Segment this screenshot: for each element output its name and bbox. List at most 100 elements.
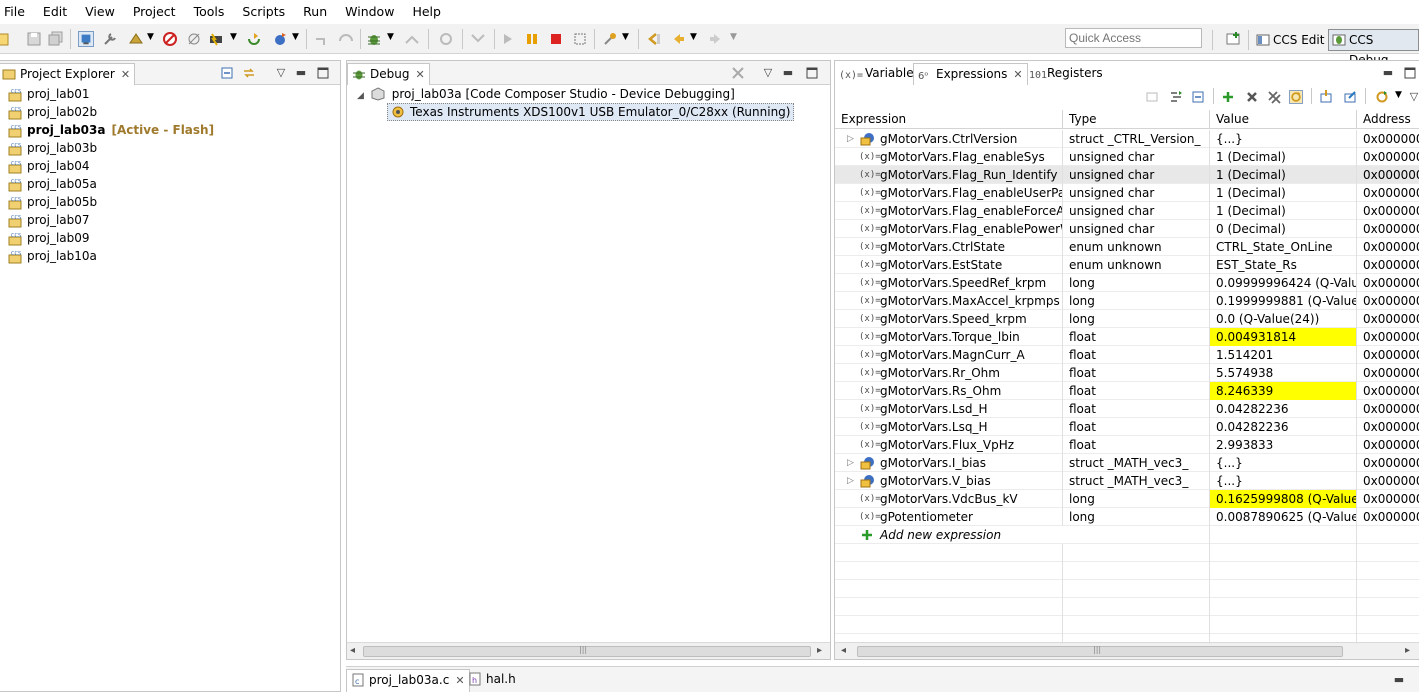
build-icon[interactable] [128,31,144,47]
expression-row[interactable]: gMotorVars.Flag_enablePowerWarp(x)= unsig… [835,220,1419,238]
cell-value[interactable]: 2.993833 [1210,436,1357,454]
project-item-proj_lab09[interactable]: CCS proj_lab09 [8,229,90,247]
cell-value[interactable]: 5.574938 [1210,364,1357,382]
tab-debug[interactable]: Debug ✕ [347,63,430,85]
cell-value[interactable]: 0.004931814 [1210,328,1357,346]
disconnect-icon[interactable] [572,31,588,47]
last-edit-icon[interactable] [646,31,662,47]
expression-row[interactable]: gMotorVars.Flux_VpHz (x)= float 2.993833 0x0… [835,436,1419,454]
expression-row[interactable]: gMotorVars.I_bias ▷ struct _MATH_vec3_ {...… [835,454,1419,472]
remove-all-expressions-icon[interactable] [1267,90,1281,104]
chevron-down-icon[interactable]: ▼ [387,32,394,42]
chevron-down-icon[interactable]: ▼ [230,32,237,42]
cell-value[interactable]: 0.1625999808 (Q-Value(24)) [1210,490,1357,508]
scroll-right-icon[interactable]: ▸ [817,645,822,656]
stop-build-icon[interactable] [162,31,178,47]
menu-tools[interactable]: Tools [185,0,234,24]
collapse-all-icon[interactable] [220,66,234,80]
minimize-icon[interactable]: ▬ [294,66,308,80]
menu-project[interactable]: Project [124,0,185,24]
project-item-proj_lab05b[interactable]: CCS proj_lab05b [8,193,97,211]
expression-row[interactable]: gMotorVars.Flag_enableSys (x)= unsigned ch… [835,148,1419,166]
add-new-expression-row[interactable]: Add new expression [835,526,1419,544]
maximize-icon[interactable] [316,66,330,80]
debug-session-row[interactable]: ◢ proj_lab03a [Code Composer Studio - De… [357,85,735,103]
chevron-down-icon[interactable]: ▼ [690,32,697,42]
project-item-proj_lab03b[interactable]: CCS proj_lab03b [8,139,97,157]
terminate-icon[interactable] [548,31,564,47]
debug-target-row[interactable]: Texas Instruments XDS100v1 USB Emulator_… [387,103,795,121]
cell-value[interactable]: 0.0 (Q-Value(24)) [1210,310,1357,328]
ccs-debug-perspective-button[interactable]: CCS Debug [1328,29,1419,67]
project-item-proj_lab07[interactable]: CCS proj_lab07 [8,211,90,229]
refresh-icon[interactable] [1375,90,1389,104]
expand-triangle-icon[interactable]: ▷ [847,472,854,490]
expression-row[interactable]: gMotorVars.MagnCurr_A (x)= float 1.514201 0x… [835,346,1419,364]
cell-value[interactable]: 0.04282236 [1210,400,1357,418]
project-item-proj_lab05a[interactable]: CCS proj_lab05a [8,175,97,193]
suspend-icon[interactable] [524,31,540,47]
expression-row[interactable]: gMotorVars.Torque_lbin (x)= float 0.0049318… [835,328,1419,346]
expression-row[interactable]: gMotorVars.Flag_enableForceAngle(x)= unsi… [835,202,1419,220]
chevron-down-icon[interactable]: ▼ [1395,90,1402,100]
back-icon[interactable] [670,31,686,47]
run-icon[interactable] [272,31,288,47]
project-item-proj_lab03a[interactable]: CCS proj_lab03a [Active - Flash] [8,121,214,139]
menu-help[interactable]: Help [403,0,450,24]
expression-row[interactable]: gPotentiometer (x)= long 0.0087890625 (Q-Va… [835,508,1419,526]
cell-value[interactable]: 8.246339 [1210,382,1357,400]
menu-window[interactable]: Window [336,0,403,24]
scroll-left-icon[interactable]: ◂ [350,645,355,656]
save-icon[interactable] [26,31,42,47]
minimize-icon[interactable]: ▬ [1381,66,1395,80]
flash-icon[interactable] [208,31,224,47]
ccs-edit-perspective-button[interactable]: CCS Edit [1252,29,1329,51]
menu-run[interactable]: Run [294,0,336,24]
cell-value[interactable]: 1 (Decimal) [1210,166,1357,184]
scroll-left-icon[interactable]: ◂ [841,645,846,656]
quick-access-input[interactable] [1065,28,1202,48]
expand-triangle-icon[interactable]: ◢ [357,91,364,101]
cell-value[interactable]: {...} [1210,130,1357,148]
remove-expression-icon[interactable] [1245,90,1259,104]
expressions-horizontal-scrollbar[interactable]: ◂ ||| ▸ [835,642,1419,659]
expression-row[interactable]: gMotorVars.Lsd_H (x)= float 0.04282236 0x000… [835,400,1419,418]
close-icon[interactable]: ✕ [1013,68,1022,81]
project-item-proj_lab02b[interactable]: CCS proj_lab02b [8,103,97,121]
expression-row[interactable]: gMotorVars.Flag_enableUserParams(x)= unsi… [835,184,1419,202]
add-expression-icon[interactable] [1221,90,1235,104]
tab-registers[interactable]: 101 Registers [1025,63,1107,85]
debug-horizontal-scrollbar[interactable]: ◂ ||| ▸ [347,642,830,659]
cell-value[interactable]: 1 (Decimal) [1210,184,1357,202]
expression-row[interactable]: gMotorVars.CtrlState (x)= enum unknown CTRL… [835,238,1419,256]
tab-editor-proj-lab03a-c[interactable]: c proj_lab03a.c ✕ [346,669,470,692]
expression-row[interactable]: gMotorVars.VdcBus_kV (x)= long 0.1625999808… [835,490,1419,508]
menu-view[interactable]: View [76,0,124,24]
expression-row[interactable]: gMotorVars.Rs_Ohm (x)= float 8.246339 0x0000… [835,382,1419,400]
maximize-icon[interactable] [805,66,819,80]
cell-value[interactable]: {...} [1210,454,1357,472]
remove-launches-icon[interactable] [731,66,745,80]
cell-value[interactable]: 0.0087890625 (Q-Value(24)) [1210,508,1357,526]
column-header-expression[interactable]: Expression [835,110,1063,129]
debug-view-icon[interactable] [78,31,94,47]
minimize-icon[interactable]: ▬ [781,66,795,80]
collapse-all-icon[interactable] [1191,90,1205,104]
chevron-down-icon[interactable]: ▼ [292,32,299,42]
cell-value[interactable]: 1 (Decimal) [1210,148,1357,166]
view-menu-icon[interactable]: ▽ [1407,90,1419,104]
expression-row[interactable]: gMotorVars.Lsq_H (x)= float 0.04282236 0x000… [835,418,1419,436]
menu-scripts[interactable]: Scripts [233,0,294,24]
minimize-icon[interactable]: ▬ [1392,673,1406,687]
expression-row[interactable]: gMotorVars.SpeedRef_krpm (x)= long 0.099999… [835,274,1419,292]
menu-file[interactable]: File [4,0,34,24]
expand-triangle-icon[interactable]: ▷ [847,130,854,148]
cell-value[interactable]: 0 (Decimal) [1210,220,1357,238]
skip-breakpoints-icon[interactable] [186,31,202,47]
cell-value[interactable]: 1 (Decimal) [1210,202,1357,220]
continuous-refresh-icon[interactable] [1289,90,1303,104]
chevron-down-icon[interactable]: ▼ [147,32,154,42]
expression-row[interactable]: gMotorVars.V_bias ▷ struct _MATH_vec3_ {...… [835,472,1419,490]
project-item-proj_lab01[interactable]: CCS proj_lab01 [8,85,90,103]
view-menu-icon[interactable]: ▽ [761,66,775,80]
